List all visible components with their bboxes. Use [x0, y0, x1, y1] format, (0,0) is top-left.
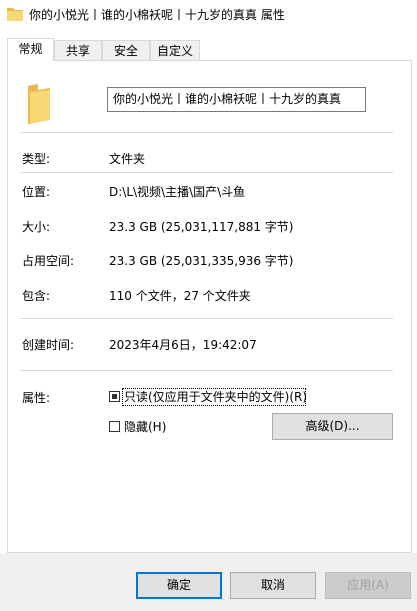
advanced-button[interactable]: 高级(D)... [272, 413, 393, 440]
cancel-button[interactable]: 取消 [230, 572, 316, 599]
title-bar: 你的小悦光丨谁的小棉袄呢丨十九岁的真真 属性 [0, 0, 417, 30]
ok-button[interactable]: 确定 [136, 572, 222, 599]
divider [20, 172, 393, 173]
hidden-checkbox-label: 隐藏(H) [124, 420, 167, 434]
location-label: 位置: [22, 185, 51, 199]
folder-icon [7, 8, 23, 21]
tab-general[interactable]: 常规 [7, 38, 54, 61]
contains-label: 包含: [22, 289, 51, 303]
divider [20, 132, 393, 133]
apply-button[interactable]: 应用(A) [325, 572, 411, 599]
disk-size-value: 23.3 GB (25,031,335,936 字节) [109, 254, 294, 268]
readonly-checkbox-label: 只读(仅应用于文件夹中的文件)(R) [124, 390, 308, 404]
attributes-label: 属性: [22, 391, 51, 405]
divider [20, 318, 393, 319]
disk-size-label: 占用空间: [22, 254, 75, 268]
type-value: 文件夹 [109, 152, 146, 166]
tab-customize[interactable]: 自定义 [150, 40, 200, 60]
type-label: 类型: [22, 152, 51, 166]
general-panel [7, 60, 412, 553]
folder-name-input[interactable]: 你的小悦光丨谁的小棉袄呢丨十九岁的真真 [107, 87, 366, 112]
location-value: D:\L\视频\主播\国产\斗鱼 [109, 185, 246, 199]
folder-large-icon [28, 84, 50, 124]
tab-security[interactable]: 安全 [102, 40, 150, 60]
readonly-checkbox-box[interactable] [109, 391, 120, 402]
window-title: 你的小悦光丨谁的小棉袄呢丨十九岁的真真 属性 [29, 8, 285, 22]
created-label: 创建时间: [22, 338, 75, 352]
hidden-checkbox-box[interactable] [109, 421, 120, 432]
size-label: 大小: [22, 220, 51, 234]
divider [20, 370, 393, 371]
size-value: 23.3 GB (25,031,117,881 字节) [109, 220, 294, 234]
tab-bar: 常规 共享 安全 自定义 [0, 38, 417, 61]
tab-sharing[interactable]: 共享 [54, 40, 102, 60]
contains-value: 110 个文件，27 个文件夹 [109, 289, 251, 303]
created-value: 2023年4月6日，19:42:07 [109, 338, 257, 352]
